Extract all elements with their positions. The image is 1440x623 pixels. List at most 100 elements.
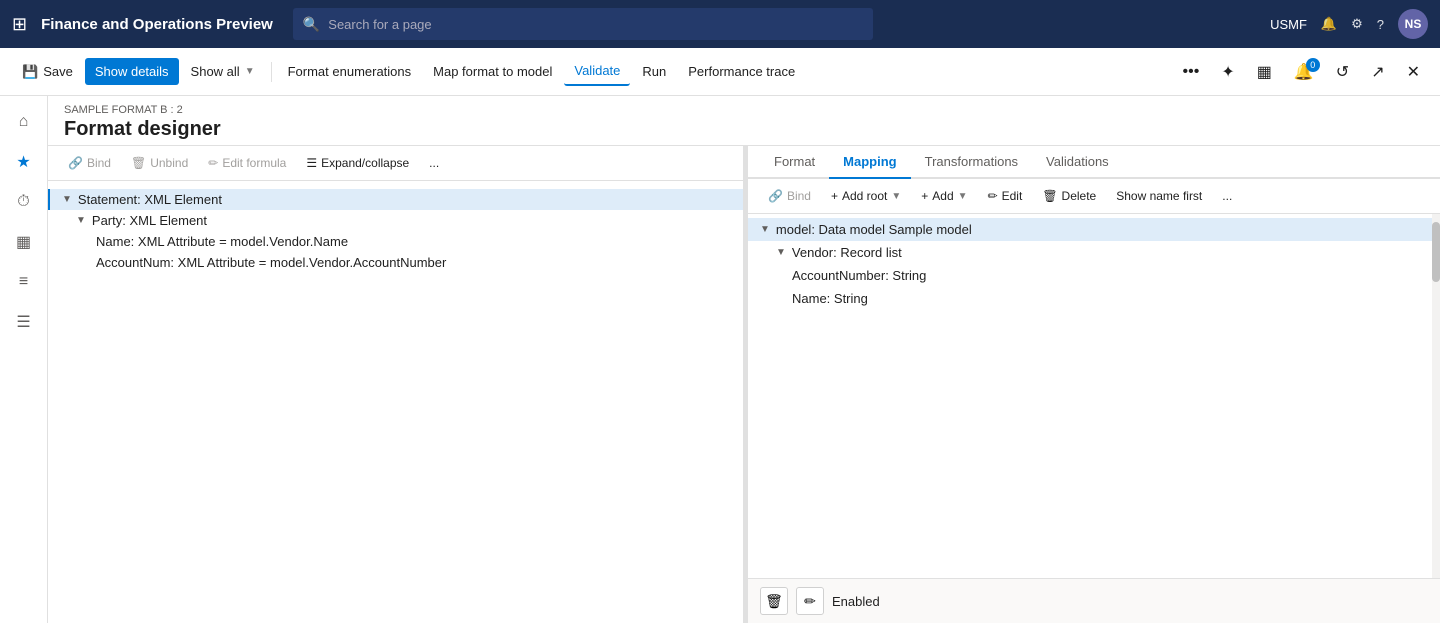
bottom-delete-icon: 🗑 (765, 593, 783, 610)
bottom-edit-icon: ✏ (804, 593, 816, 610)
right-delete-button[interactable]: 🗑 Delete (1034, 185, 1104, 207)
sidebar-clock-icon[interactable]: ⏱ (6, 184, 42, 220)
grid-icon[interactable]: ⊞ (12, 14, 27, 35)
right-bind-button[interactable]: 🔗 Bind (760, 185, 819, 207)
tree-label-name: Name: XML Attribute = model.Vendor.Name (96, 234, 348, 249)
content-area: SAMPLE FORMAT B : 2 Format designer 🔗 Bi… (48, 96, 1440, 623)
tab-validations[interactable]: Validations (1032, 146, 1123, 179)
show-name-first-button[interactable]: Show name first (1108, 185, 1210, 207)
right-tree-arrow-vendor[interactable]: ▼ (776, 247, 786, 258)
search-input[interactable] (328, 17, 863, 32)
show-name-first-label: Show name first (1116, 189, 1202, 203)
right-tree-label-model: model: Data model Sample model (776, 222, 972, 237)
validate-label: Validate (574, 63, 620, 78)
right-scrollbar[interactable] (1432, 214, 1440, 578)
open-external-button[interactable]: ↗ (1363, 56, 1392, 88)
validate-button[interactable]: Validate (564, 57, 630, 86)
right-scrollbar-thumb[interactable] (1432, 222, 1440, 282)
tree-label-accountnum: AccountNum: XML Attribute = model.Vendor… (96, 255, 446, 270)
run-button[interactable]: Run (632, 58, 676, 85)
save-button[interactable]: 💾 Save (12, 58, 83, 86)
right-tree-item-namefield[interactable]: Name: String (748, 287, 1440, 310)
bind-label: Bind (87, 156, 111, 170)
map-format-button[interactable]: Map format to model (423, 58, 562, 85)
notification-icon[interactable]: 🔔 (1321, 16, 1337, 32)
expand-collapse-button[interactable]: ☰ Expand/collapse (298, 152, 417, 174)
left-panel: 🔗 Bind 🗑 Unbind ✏ Edit formula ☰ Expand/… (48, 146, 744, 623)
sidebar-grid-icon[interactable]: ▦ (6, 224, 42, 260)
tree-item-accountnum[interactable]: AccountNum: XML Attribute = model.Vendor… (48, 252, 743, 273)
bottom-delete-button[interactable]: 🗑 (760, 587, 788, 615)
app-title: Finance and Operations Preview (41, 16, 273, 33)
add-root-arrow: ▼ (891, 191, 901, 202)
notification-count: 0 (1306, 58, 1320, 72)
avatar[interactable]: NS (1398, 9, 1428, 39)
show-all-label: Show all (191, 64, 240, 79)
tab-mapping[interactable]: Mapping (829, 146, 910, 179)
tree-arrow-party[interactable]: ▼ (76, 215, 86, 226)
help-icon[interactable]: ? (1377, 17, 1384, 32)
panel-icon-button[interactable]: ▦ (1249, 56, 1280, 88)
right-tree-area: ▼ model: Data model Sample model ▼ Vendo… (748, 214, 1440, 578)
tree-arrow-statement[interactable]: ▼ (62, 194, 72, 205)
left-sidebar: ⌂ ★ ⏱ ▦ ≡ ☰ (0, 96, 48, 623)
tab-transformations[interactable]: Transformations (911, 146, 1032, 179)
right-tree-label-accountnumber: AccountNumber: String (792, 268, 926, 283)
map-format-label: Map format to model (433, 64, 552, 79)
right-bind-label: Bind (787, 189, 811, 203)
main-layout: ⌂ ★ ⏱ ▦ ≡ ☰ SAMPLE FORMAT B : 2 Format d… (0, 96, 1440, 623)
right-tree-arrow-model[interactable]: ▼ (760, 224, 770, 235)
left-more-icon: ... (429, 156, 439, 170)
format-enumerations-button[interactable]: Format enumerations (278, 58, 422, 85)
right-tree-item-vendor[interactable]: ▼ Vendor: Record list (748, 241, 1440, 264)
right-more-icon: ... (1222, 189, 1232, 203)
add-label: Add (932, 189, 953, 203)
more-button[interactable]: ••• (1175, 57, 1208, 87)
tree-item-party[interactable]: ▼ Party: XML Element (48, 210, 743, 231)
tree-item-statement[interactable]: ▼ Statement: XML Element (48, 189, 743, 210)
edit-formula-label: Edit formula (222, 156, 286, 170)
right-tree-item-accountnumber[interactable]: AccountNumber: String (748, 264, 1440, 287)
unbind-icon: 🗑 (131, 156, 146, 170)
show-all-button[interactable]: Show all ▼ (181, 58, 265, 85)
right-panel: Format Mapping Transformations Validatio… (748, 146, 1440, 623)
sidebar-list-icon[interactable]: ☰ (6, 304, 42, 340)
right-edit-label: Edit (1002, 189, 1023, 203)
run-label: Run (642, 64, 666, 79)
refresh-button[interactable]: ↺ (1328, 56, 1357, 88)
expand-collapse-label: Expand/collapse (321, 156, 409, 170)
breadcrumb: SAMPLE FORMAT B : 2 (64, 104, 1424, 116)
settings-icon[interactable]: ⚙ (1351, 16, 1363, 32)
left-more-button[interactable]: ... (421, 152, 447, 174)
search-icon: 🔍 (303, 16, 320, 33)
add-arrow: ▼ (958, 191, 968, 202)
bottom-edit-button[interactable]: ✏ (796, 587, 824, 615)
sidebar-star-icon[interactable]: ★ (6, 144, 42, 180)
add-root-button[interactable]: + Add root ▼ (823, 185, 909, 207)
search-box[interactable]: 🔍 (293, 8, 873, 40)
tab-format[interactable]: Format (760, 146, 829, 179)
expand-collapse-icon: ☰ (306, 156, 317, 170)
org-label: USMF (1270, 17, 1307, 32)
puzzle-icon-button[interactable]: ✦ (1213, 56, 1242, 88)
edit-formula-icon: ✏ (208, 156, 218, 170)
unbind-label: Unbind (150, 156, 188, 170)
right-tree-label-namefield: Name: String (792, 291, 868, 306)
right-edit-button[interactable]: ✏ Edit (980, 185, 1031, 207)
sidebar-filter-icon[interactable]: ≡ (6, 264, 42, 300)
right-delete-label: Delete (1062, 189, 1097, 203)
tree-item-name[interactable]: Name: XML Attribute = model.Vendor.Name (48, 231, 743, 252)
show-details-button[interactable]: Show details (85, 58, 179, 85)
performance-trace-button[interactable]: Performance trace (678, 58, 805, 85)
add-button[interactable]: + Add ▼ (913, 185, 975, 207)
edit-icon: ✏ (988, 189, 998, 203)
bind-button[interactable]: 🔗 Bind (60, 152, 119, 174)
right-tree-item-model[interactable]: ▼ model: Data model Sample model (748, 218, 1440, 241)
right-more-button[interactable]: ... (1214, 185, 1240, 207)
close-button[interactable]: ✕ (1399, 56, 1428, 88)
unbind-button[interactable]: 🗑 Unbind (123, 152, 196, 174)
topbar: ⊞ Finance and Operations Preview 🔍 USMF … (0, 0, 1440, 48)
sidebar-home-icon[interactable]: ⌂ (6, 104, 42, 140)
edit-formula-button[interactable]: ✏ Edit formula (200, 152, 294, 174)
toolbar: 💾 Save Show details Show all ▼ Format en… (0, 48, 1440, 96)
